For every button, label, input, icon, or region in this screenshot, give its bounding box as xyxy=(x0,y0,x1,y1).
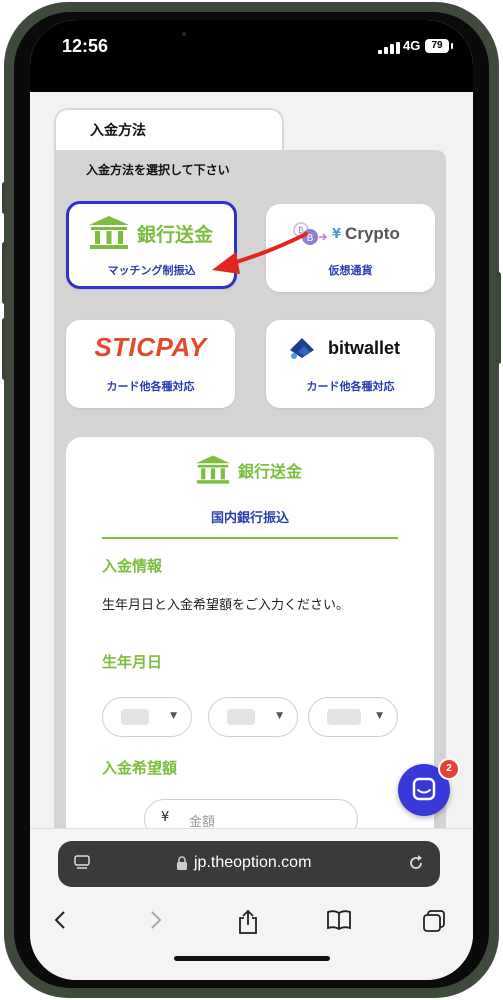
page-menu-icon[interactable] xyxy=(74,855,90,871)
birth-day-select[interactable]: ▼ xyxy=(308,697,398,737)
home-indicator xyxy=(174,956,330,961)
url-text: jp.theoption.com xyxy=(194,854,312,871)
dropdown-arrow-icon: ▼ xyxy=(276,711,283,721)
chat-badge: 2 xyxy=(438,758,460,780)
crypto-label: Crypto xyxy=(345,224,400,243)
forward-icon[interactable] xyxy=(144,909,166,931)
network-type: 4G xyxy=(403,38,421,53)
battery-tip xyxy=(451,43,453,49)
mute-switch xyxy=(2,182,7,214)
bank-logo: 銀行送金 xyxy=(89,216,213,250)
web-page[interactable]: 入金方法 入金方法を選択して下さい 銀行送金 マッチング制振込 ₿ B ¥ Cr… xyxy=(30,92,473,852)
form-bank-label: 銀行送金 xyxy=(238,462,303,481)
dropdown-arrow-icon: ▼ xyxy=(170,711,177,721)
phone-screen: 12:56 4G 79 入金方法 入金方法を選択して下さい 銀行送金 マッチング… xyxy=(30,20,473,980)
birth-year-select[interactable]: ▼ xyxy=(102,697,192,737)
tab-label: 入金方法 xyxy=(90,123,146,139)
form-description: 生年月日と入金希望額をご入力ください。 xyxy=(102,598,350,613)
share-icon[interactable] xyxy=(236,909,260,935)
reload-icon[interactable] xyxy=(406,853,426,873)
yen-symbol: ¥ xyxy=(332,226,342,242)
power-button xyxy=(496,272,501,364)
blurred-value xyxy=(327,709,361,725)
section-birthday: 生年月日 xyxy=(102,653,163,671)
bank-label: 銀行送金 xyxy=(137,223,214,246)
status-bar: 12:56 4G 79 xyxy=(30,20,473,92)
bitwallet-icon xyxy=(290,338,314,359)
deposit-form: 銀行送金 国内銀行振込 入金情報 生年月日と入金希望額をご入力ください。 生年月… xyxy=(66,437,434,852)
volume-up-button xyxy=(2,242,7,304)
bitwallet-subtitle: カード他各種対応 xyxy=(306,380,395,393)
bitwallet-logo: bitwallet xyxy=(288,336,400,360)
form-subtitle: 国内銀行振込 xyxy=(210,511,289,526)
front-camera xyxy=(182,32,186,36)
method-card-sticpay[interactable]: STICPAY カード他各種対応 xyxy=(66,320,235,408)
tab-deposit-method[interactable]: 入金方法 xyxy=(54,108,284,150)
blurred-value xyxy=(121,709,149,725)
status-time: 12:56 xyxy=(62,36,109,56)
bank-icon xyxy=(196,455,230,484)
chat-button[interactable]: 2 xyxy=(398,758,460,816)
red-arrow-annotation xyxy=(212,232,308,274)
sticpay-logo: STICPAY xyxy=(94,332,207,362)
signal-icon xyxy=(378,42,400,54)
instruction-text: 入金方法を選択して下さい xyxy=(86,163,230,177)
section-divider xyxy=(102,537,398,539)
birth-month-select[interactable]: ▼ xyxy=(208,697,298,737)
bookmarks-icon[interactable] xyxy=(326,909,352,931)
sticpay-subtitle: カード他各種対応 xyxy=(106,380,195,393)
bitwallet-label: bitwallet xyxy=(328,337,401,358)
bank-icon xyxy=(89,216,129,249)
section-amount: 入金希望額 xyxy=(102,759,178,777)
address-bar[interactable]: jp.theoption.com xyxy=(58,841,440,887)
tabs-icon[interactable] xyxy=(422,909,446,933)
section-deposit-info: 入金情報 xyxy=(102,557,163,575)
lock-icon xyxy=(177,856,187,870)
back-icon[interactable] xyxy=(50,909,72,931)
form-bank-logo: 銀行送金 xyxy=(196,455,302,485)
method-card-bitwallet[interactable]: bitwallet カード他各種対応 xyxy=(266,320,435,408)
volume-down-button xyxy=(2,318,7,380)
currency-symbol: ¥ xyxy=(161,810,170,825)
battery-icon: 79 xyxy=(425,39,449,53)
dropdown-arrow-icon: ▼ xyxy=(376,711,383,721)
blurred-value xyxy=(227,709,255,725)
